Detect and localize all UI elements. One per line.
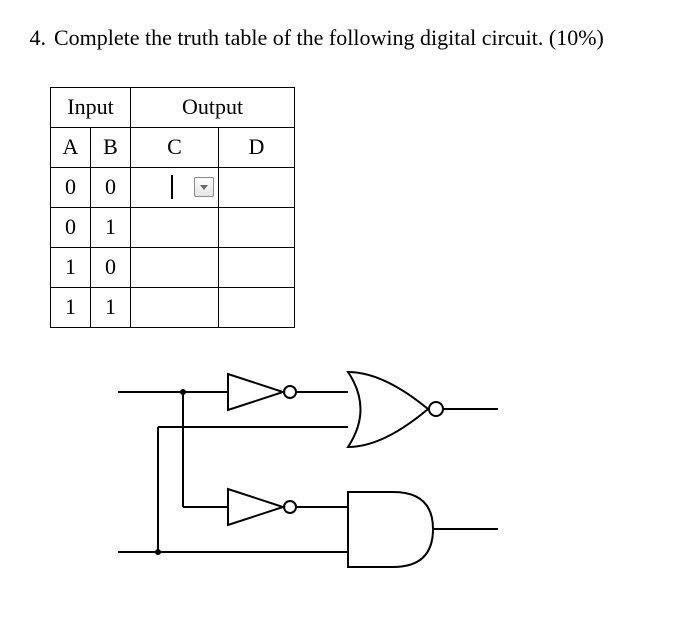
cell-c-editable[interactable] bbox=[131, 167, 219, 207]
cell-a: 1 bbox=[51, 247, 91, 287]
dropdown-button[interactable] bbox=[194, 177, 214, 197]
table-header-row-2: A B C D bbox=[51, 127, 295, 167]
cell-c[interactable] bbox=[131, 287, 219, 327]
header-output: Output bbox=[131, 87, 295, 127]
table-row: 1 0 bbox=[51, 247, 295, 287]
nor-gate-icon bbox=[348, 372, 443, 447]
page: 4. Complete the truth table of the follo… bbox=[0, 0, 700, 637]
cell-d[interactable] bbox=[219, 207, 295, 247]
table-row: 1 1 bbox=[51, 287, 295, 327]
cell-c[interactable] bbox=[131, 207, 219, 247]
cell-b: 1 bbox=[91, 287, 131, 327]
table-row: 0 1 bbox=[51, 207, 295, 247]
cell-b: 0 bbox=[91, 247, 131, 287]
question-text: Complete the truth table of the followin… bbox=[54, 24, 672, 53]
not-gate-top-icon bbox=[228, 374, 296, 410]
circuit-diagram bbox=[98, 352, 578, 582]
question-number: 4. bbox=[8, 24, 54, 53]
col-header-a: A bbox=[51, 127, 91, 167]
question-line: 4. Complete the truth table of the follo… bbox=[8, 24, 672, 53]
col-header-b: B bbox=[91, 127, 131, 167]
col-header-c: C bbox=[131, 127, 219, 167]
cell-a: 0 bbox=[51, 207, 91, 247]
table-header-row-1: Input Output bbox=[51, 87, 295, 127]
cell-a: 1 bbox=[51, 287, 91, 327]
circuit-svg bbox=[98, 352, 578, 582]
cell-d[interactable] bbox=[219, 247, 295, 287]
cell-d[interactable] bbox=[219, 167, 295, 207]
header-input: Input bbox=[51, 87, 131, 127]
cell-c[interactable] bbox=[131, 247, 219, 287]
not-gate-bottom-icon bbox=[228, 489, 296, 525]
cell-d[interactable] bbox=[219, 287, 295, 327]
col-header-d: D bbox=[219, 127, 295, 167]
and-gate-icon bbox=[348, 492, 433, 567]
chevron-down-icon bbox=[200, 185, 208, 190]
truth-table: Input Output A B C D 0 0 0 1 bbox=[50, 87, 295, 328]
cell-b: 1 bbox=[91, 207, 131, 247]
table-row: 0 0 bbox=[51, 167, 295, 207]
cell-a: 0 bbox=[51, 167, 91, 207]
cell-b: 0 bbox=[91, 167, 131, 207]
